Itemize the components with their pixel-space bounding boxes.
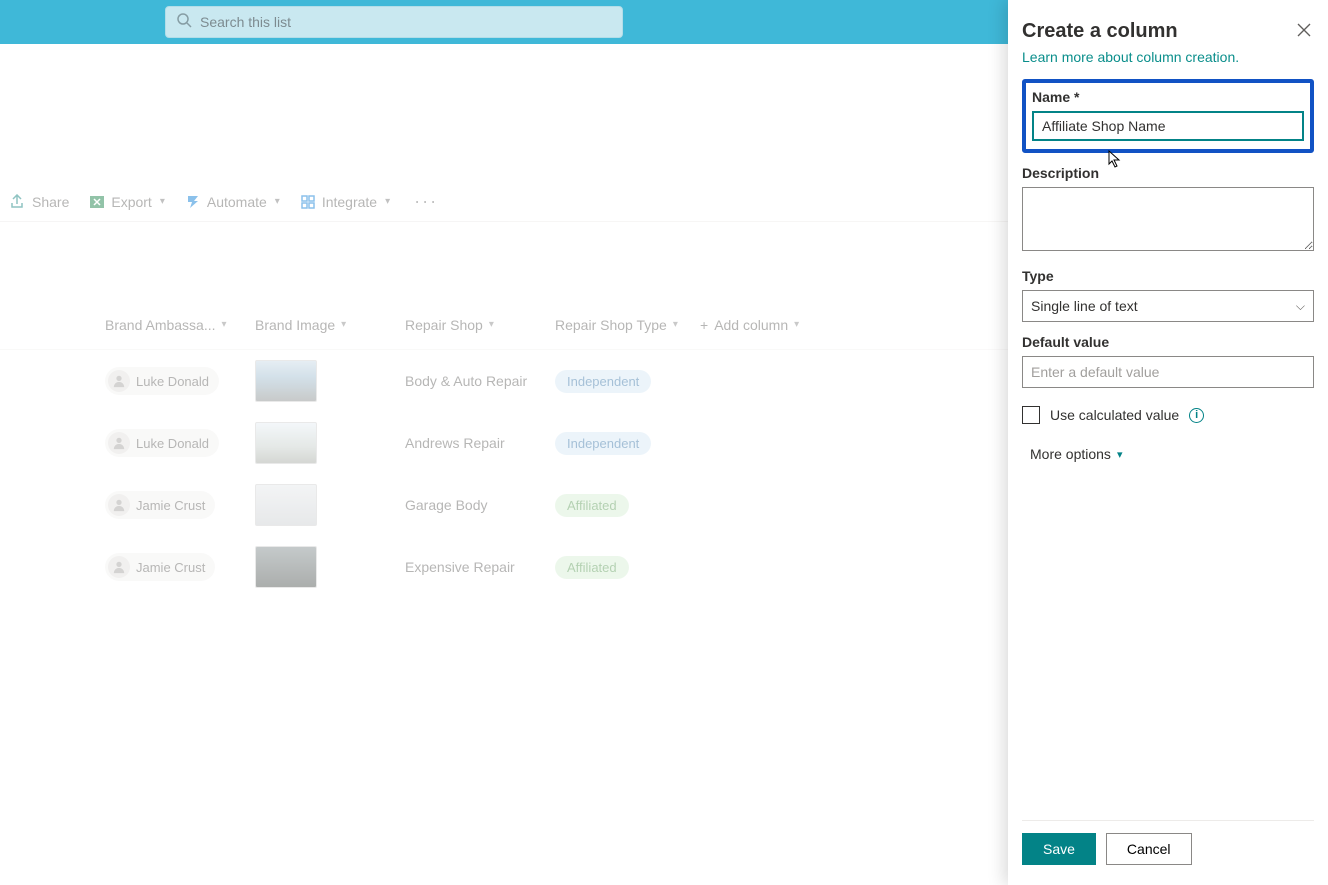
brand-image-thumbnail[interactable] [255, 360, 317, 402]
brand-image-thumbnail[interactable] [255, 422, 317, 464]
brand-image-thumbnail[interactable] [255, 484, 317, 526]
chevron-down-icon: ▾ [794, 319, 799, 330]
avatar [108, 556, 130, 578]
column-header-label: Repair Shop [405, 317, 483, 333]
chevron-down-icon: ▾ [341, 319, 346, 330]
chevron-down-icon: ▾ [673, 319, 678, 330]
share-label: Share [32, 194, 69, 210]
chevron-down-icon: ▾ [275, 196, 280, 207]
person-chip[interactable]: Jamie Crust [105, 553, 215, 581]
chevron-down-icon: ▾ [385, 196, 390, 207]
search-input[interactable] [200, 14, 612, 30]
shop-type-pill: Independent [555, 432, 651, 455]
default-value-label: Default value [1022, 334, 1314, 350]
repair-shop-name: Expensive Repair [405, 559, 515, 575]
create-column-panel: Create a column Learn more about column … [1008, 0, 1328, 885]
avatar [108, 432, 130, 454]
brand-image-thumbnail[interactable] [255, 546, 317, 588]
automate-button[interactable]: Automate ▾ [175, 182, 290, 221]
name-field-highlight: Name * [1022, 79, 1314, 153]
integrate-label: Integrate [322, 194, 377, 210]
save-button[interactable]: Save [1022, 833, 1096, 865]
repair-shop-name: Garage Body [405, 497, 488, 513]
share-icon [10, 194, 26, 210]
plus-icon: + [700, 317, 708, 333]
column-header-label: Brand Image [255, 317, 335, 333]
integrate-icon [300, 194, 316, 210]
add-column-label: Add column [714, 317, 788, 333]
person-name: Luke Donald [136, 436, 209, 451]
more-options-toggle[interactable]: More options ▾ [1022, 446, 1314, 462]
person-name: Jamie Crust [136, 498, 205, 513]
automate-label: Automate [207, 194, 267, 210]
panel-title: Create a column [1022, 20, 1178, 43]
more-actions-button[interactable]: ··· [400, 191, 452, 212]
more-options-label: More options [1030, 446, 1111, 462]
shop-type-pill: Affiliated [555, 556, 629, 579]
panel-footer: Save Cancel [1022, 820, 1314, 869]
add-column-button[interactable]: + Add column ▾ [700, 317, 809, 333]
calculated-value-checkbox[interactable] [1022, 406, 1040, 424]
chevron-down-icon: ▾ [489, 319, 494, 330]
description-input[interactable] [1022, 187, 1314, 251]
chevron-down-icon: ▾ [160, 196, 165, 207]
type-label: Type [1022, 268, 1314, 284]
column-header-image[interactable]: Brand Image ▾ [255, 317, 405, 333]
chevron-down-icon: ▾ [1117, 448, 1123, 461]
avatar [108, 494, 130, 516]
excel-icon [89, 194, 105, 210]
description-label: Description [1022, 165, 1314, 181]
cancel-button[interactable]: Cancel [1106, 833, 1192, 865]
export-label: Export [111, 194, 151, 210]
type-select[interactable]: Single line of text ⌵ [1022, 290, 1314, 322]
column-header-label: Repair Shop Type [555, 317, 667, 333]
info-icon[interactable]: i [1189, 408, 1204, 423]
chevron-down-icon: ⌵ [1296, 299, 1305, 314]
repair-shop-name: Andrews Repair [405, 435, 505, 451]
person-chip[interactable]: Jamie Crust [105, 491, 215, 519]
default-value-input[interactable] [1022, 356, 1314, 388]
avatar [108, 370, 130, 392]
person-name: Jamie Crust [136, 560, 205, 575]
repair-shop-name: Body & Auto Repair [405, 373, 527, 389]
column-header-shop[interactable]: Repair Shop ▾ [405, 317, 555, 333]
search-box[interactable] [165, 6, 623, 38]
shop-type-pill: Affiliated [555, 494, 629, 517]
share-button[interactable]: Share [0, 182, 79, 221]
calculated-value-label: Use calculated value [1050, 407, 1179, 423]
person-name: Luke Donald [136, 374, 209, 389]
learn-more-link[interactable]: Learn more about column creation. [1022, 49, 1314, 65]
export-button[interactable]: Export ▾ [79, 182, 175, 221]
type-value: Single line of text [1031, 298, 1138, 314]
column-header-label: Brand Ambassa... [105, 317, 216, 333]
name-label: Name * [1032, 89, 1304, 105]
search-icon [176, 12, 200, 33]
close-button[interactable] [1294, 20, 1314, 40]
name-input[interactable] [1032, 111, 1304, 141]
integrate-button[interactable]: Integrate ▾ [290, 182, 400, 221]
person-chip[interactable]: Luke Donald [105, 367, 219, 395]
shop-type-pill: Independent [555, 370, 651, 393]
automate-icon [185, 194, 201, 210]
person-chip[interactable]: Luke Donald [105, 429, 219, 457]
column-header-ambassador[interactable]: Brand Ambassa... ▾ [105, 317, 255, 333]
chevron-down-icon: ▾ [222, 319, 227, 330]
column-header-shoptype[interactable]: Repair Shop Type ▾ [555, 317, 700, 333]
